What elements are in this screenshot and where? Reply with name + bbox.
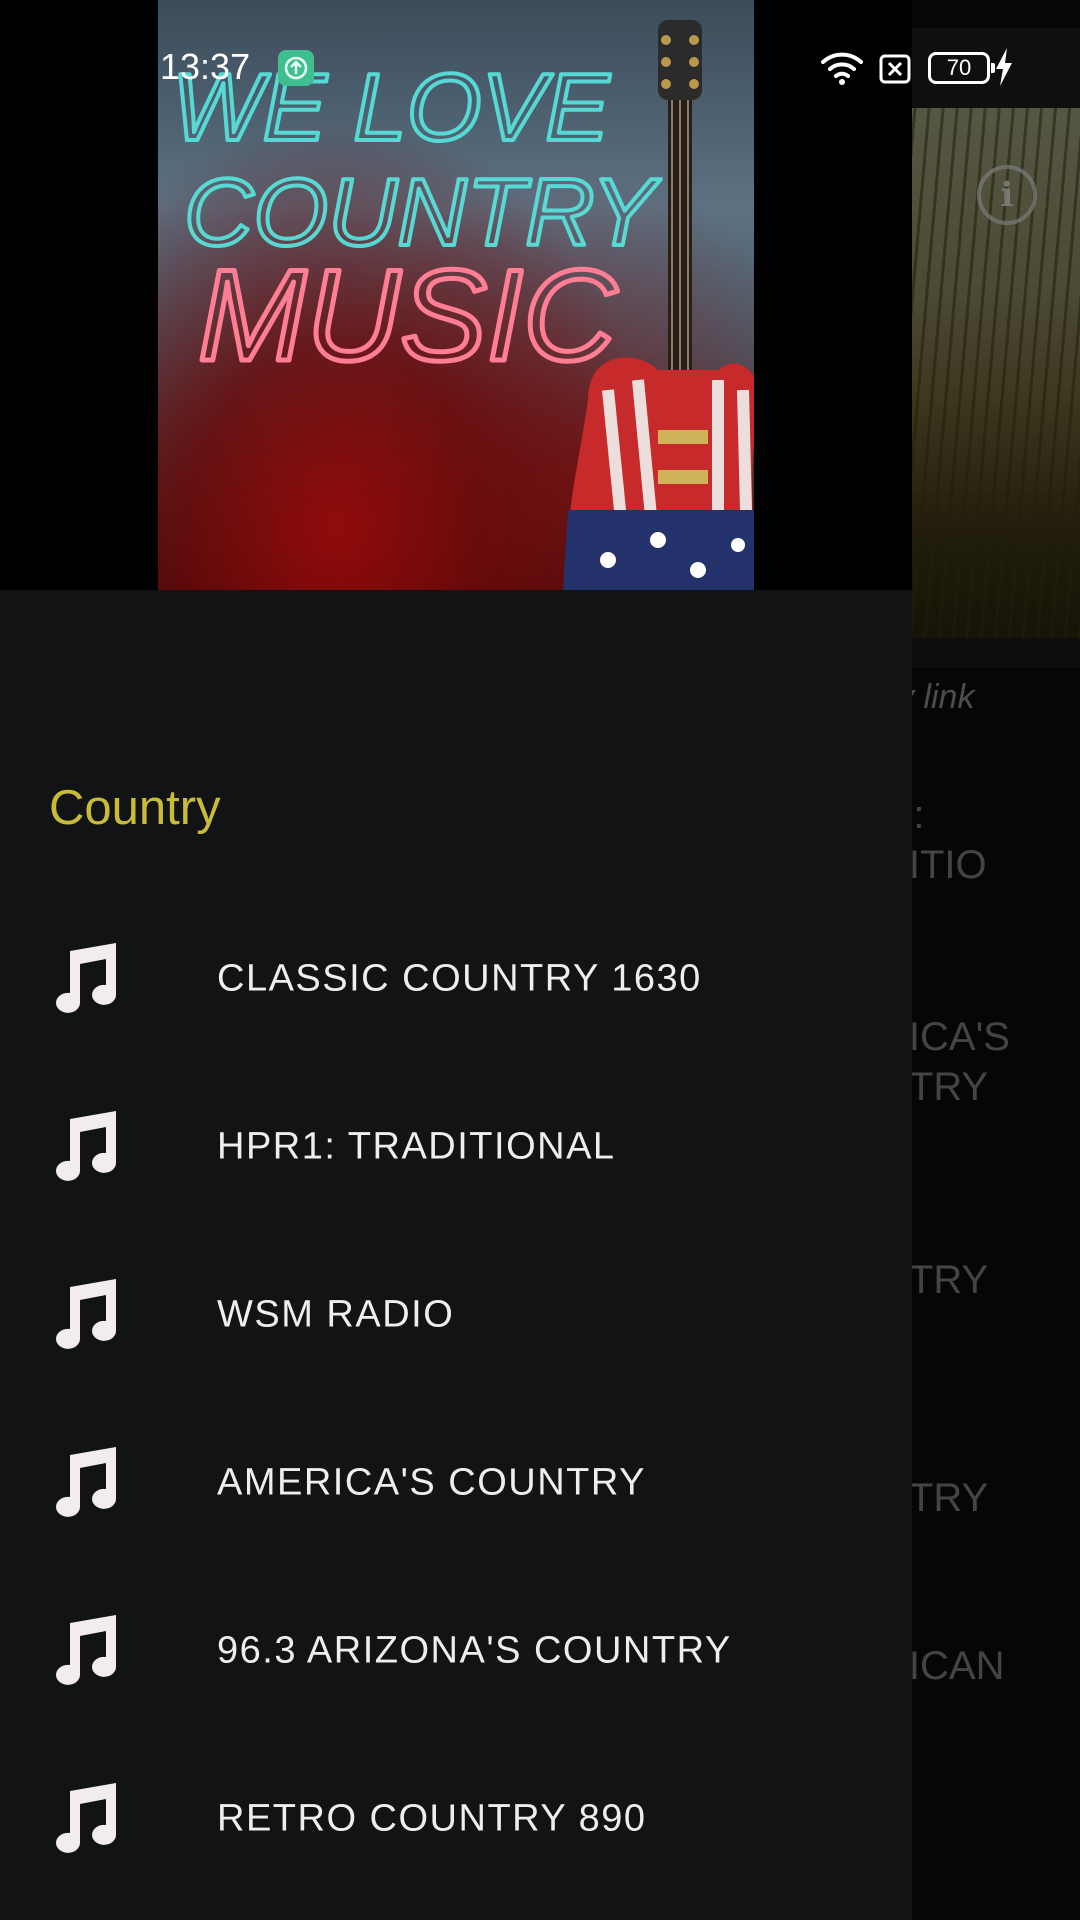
station-item[interactable]: CLASSIC COUNTRY 1630 [0,895,912,1063]
navigation-drawer: WE LOVE COUNTRY MUSIC Country CLASSIC CO… [0,0,912,1920]
station-label: AMERICA'S COUNTRY [217,1461,646,1504]
charging-icon [996,48,1012,86]
wifi-icon [821,52,863,85]
svg-text:MUSIC: MUSIC [198,242,618,388]
station-label: RETRO COUNTRY 890 [217,1797,647,1840]
music-note-icon [56,1615,116,1685]
section-title: Country [49,781,221,835]
battery-level: 70 [946,55,972,80]
station-item[interactable]: HPR1: TRADITIONAL [0,1063,912,1231]
station-item[interactable]: RETRO COUNTRY 890 [0,1735,912,1903]
music-note-icon [56,1447,116,1517]
music-note-icon [56,1111,116,1181]
station-item[interactable]: AMERICA'S COUNTRY [0,1399,912,1567]
music-note-icon [56,943,116,1013]
station-item[interactable]: 96.3 ARIZONA'S COUNTRY [0,1567,912,1735]
status-time: 13:37 [160,46,251,87]
no-sim-icon [879,54,911,84]
battery-icon: 70 [928,52,995,84]
station-label: WSM RADIO [217,1293,455,1336]
station-label: HPR1: TRADITIONAL [217,1125,616,1168]
music-note-icon [56,1783,116,1853]
status-bar: 13:37 70 [0,0,1080,110]
station-label: CLASSIC COUNTRY 1630 [217,957,702,1000]
station-item[interactable]: WSM RADIO [0,1231,912,1399]
station-label: 96.3 ARIZONA'S COUNTRY [217,1629,732,1672]
upload-notification-icon [278,50,314,86]
music-note-icon [56,1279,116,1349]
